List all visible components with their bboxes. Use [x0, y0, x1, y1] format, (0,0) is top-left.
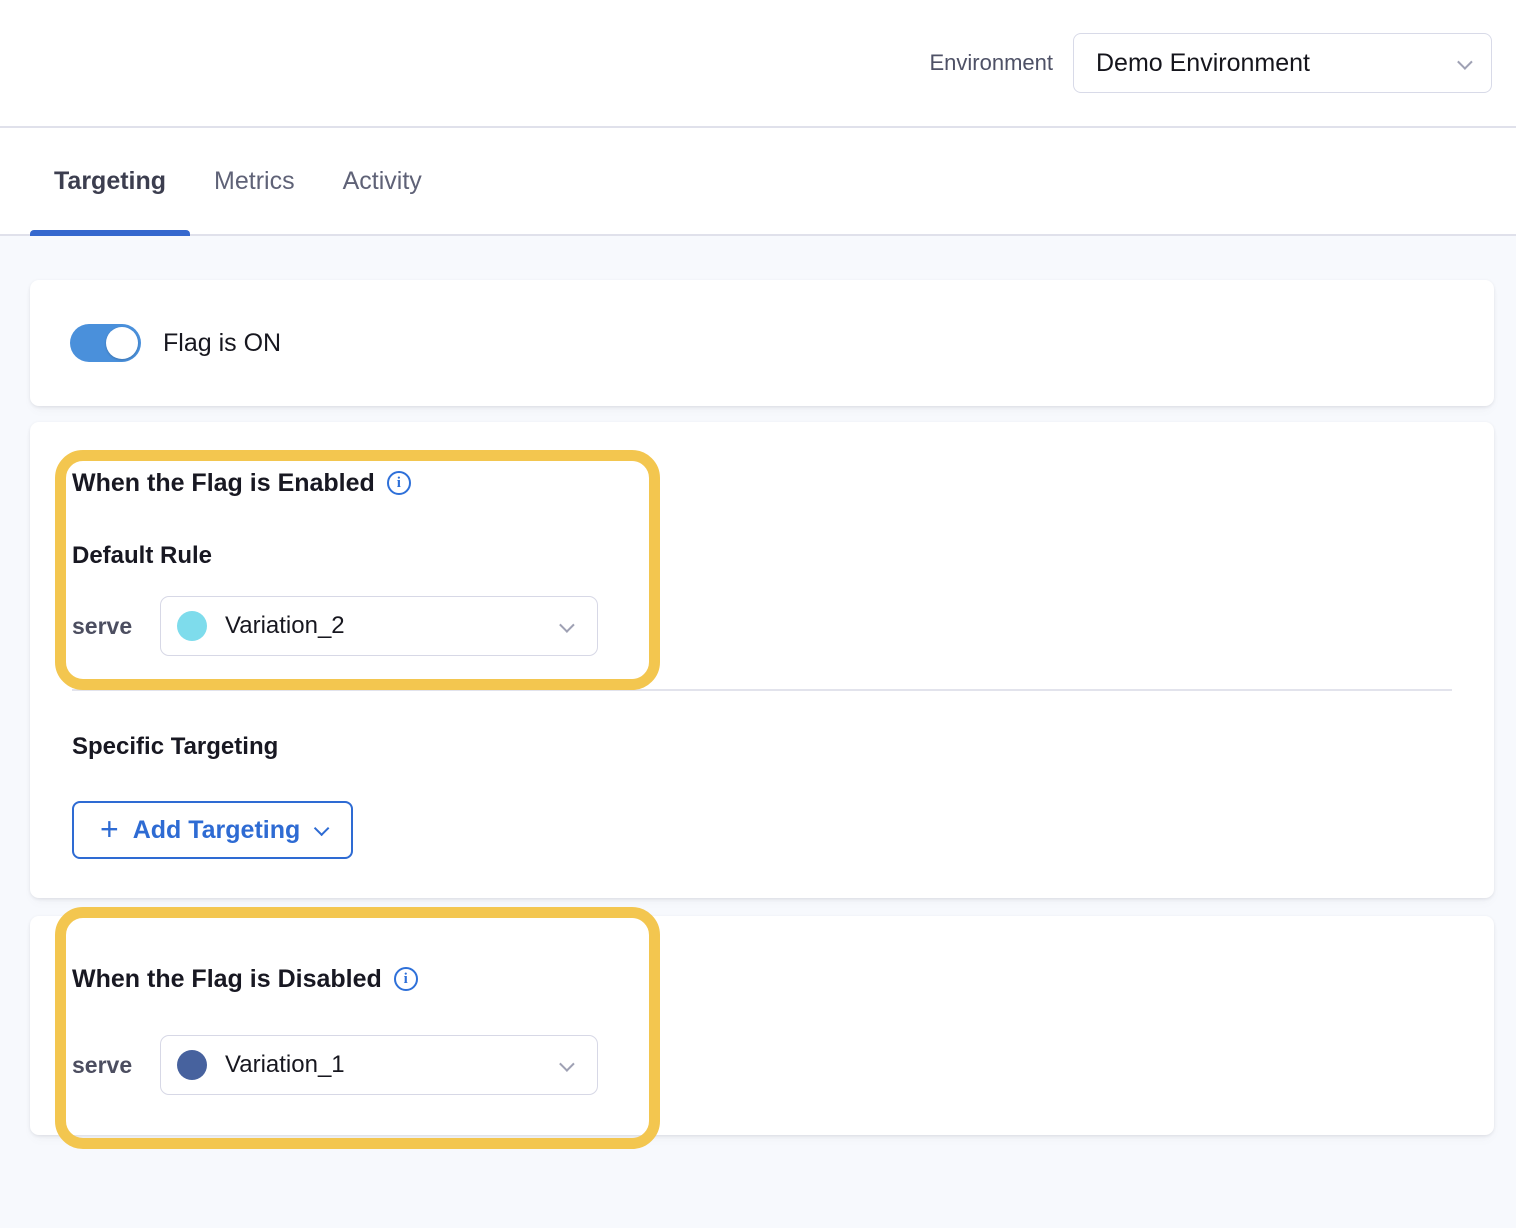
- default-rule-label: Default Rule: [72, 542, 1452, 570]
- add-targeting-button[interactable]: Add Targeting: [72, 801, 353, 859]
- disabled-serve-row: serve Variation_1: [72, 1035, 1452, 1095]
- variation-color-dot: [177, 611, 207, 641]
- tab-activity-label: Activity: [343, 167, 422, 196]
- tab-metrics[interactable]: Metrics: [190, 128, 319, 234]
- variation-name: Variation_2: [225, 612, 560, 640]
- targeting-panel: Flag is ON When the Flag is Enabled Defa…: [0, 236, 1516, 1228]
- section-divider: [72, 689, 1452, 691]
- add-targeting-label: Add Targeting: [133, 816, 301, 845]
- environment-label: Environment: [929, 50, 1053, 76]
- chevron-down-icon: [1457, 54, 1473, 70]
- disabled-title-text: When the Flag is Disabled: [72, 964, 382, 994]
- serve-label: serve: [72, 1052, 160, 1079]
- enabled-section-title: When the Flag is Enabled: [72, 468, 1452, 498]
- variation-color-dot: [177, 1050, 207, 1080]
- page-header: Environment Demo Environment: [0, 0, 1516, 128]
- info-icon[interactable]: [394, 967, 418, 991]
- serve-label: serve: [72, 613, 160, 640]
- tab-targeting-label: Targeting: [54, 167, 166, 196]
- info-icon[interactable]: [387, 471, 411, 495]
- default-rule-serve-row: serve Variation_2: [72, 596, 1452, 656]
- disabled-variation-select[interactable]: Variation_1: [160, 1035, 598, 1095]
- tab-targeting[interactable]: Targeting: [30, 128, 190, 234]
- environment-selected-value: Demo Environment: [1096, 49, 1458, 78]
- variation-name: Variation_1: [225, 1051, 560, 1079]
- environment-dropdown[interactable]: Demo Environment: [1073, 33, 1492, 93]
- default-rule-variation-select[interactable]: Variation_2: [160, 596, 598, 656]
- toggle-knob: [106, 327, 138, 359]
- flag-state-label: Flag is ON: [163, 329, 281, 358]
- specific-targeting-label: Specific Targeting: [72, 733, 1452, 761]
- tab-bar: Targeting Metrics Activity: [0, 128, 1516, 236]
- enabled-title-text: When the Flag is Enabled: [72, 468, 375, 498]
- tab-activity[interactable]: Activity: [319, 128, 446, 234]
- flag-disabled-card: When the Flag is Disabled serve Variatio…: [30, 916, 1494, 1135]
- flag-enabled-card: When the Flag is Enabled Default Rule se…: [30, 422, 1494, 898]
- tab-metrics-label: Metrics: [214, 167, 295, 196]
- disabled-section-title: When the Flag is Disabled: [72, 964, 1452, 994]
- chevron-down-icon: [559, 1056, 575, 1072]
- chevron-down-icon: [314, 820, 330, 836]
- flag-toggle[interactable]: [70, 324, 141, 362]
- flag-state-card: Flag is ON: [30, 280, 1494, 406]
- chevron-down-icon: [559, 617, 575, 633]
- plus-icon: [100, 813, 119, 845]
